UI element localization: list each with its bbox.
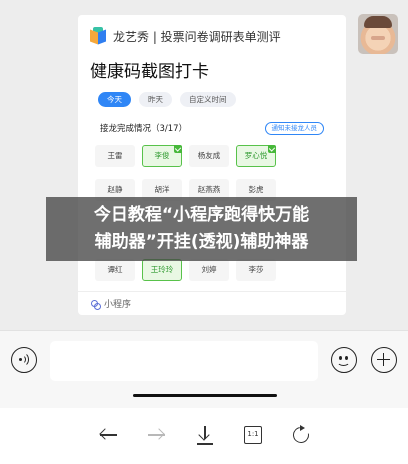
member-cell-done[interactable]: 罗心悦 bbox=[236, 145, 276, 167]
member-name: 刘婷 bbox=[201, 265, 217, 274]
member-name: 王雷 bbox=[107, 151, 123, 160]
chat-area: 龙艺秀 | 投票问卷调研表单测评 健康码截图打卡 今天 昨天 自定义时间 接龙完… bbox=[0, 0, 408, 330]
member-name: 赵燕燕 bbox=[197, 185, 221, 194]
overlay-line-1: 今日教程“小程序跑得快万能 bbox=[93, 205, 310, 225]
member-cell[interactable]: 王雷 bbox=[95, 145, 135, 167]
mini-program-icon bbox=[90, 299, 101, 310]
tab-today[interactable]: 今天 bbox=[98, 92, 131, 107]
progress-row: 接龙完成情况（3/17） 通知未接龙人员 bbox=[100, 122, 324, 136]
member-name: 罗心悦 bbox=[244, 151, 268, 160]
home-indicator[interactable] bbox=[133, 394, 277, 397]
overlay-line-2: 辅助器”开挂(透视)辅助神器 bbox=[94, 232, 309, 252]
overlay-banner: 今日教程“小程序跑得快万能 辅助器”开挂(透视)辅助神器 bbox=[46, 197, 357, 261]
member-name: 王玲玲 bbox=[150, 265, 174, 274]
member-name: 赵静 bbox=[107, 185, 123, 194]
chat-input-bar bbox=[0, 330, 408, 394]
member-cell-done[interactable]: 王玲玲 bbox=[142, 259, 182, 281]
app-logo-icon bbox=[90, 27, 106, 45]
member-cell-done[interactable]: 李俊 bbox=[142, 145, 182, 167]
mini-program-card[interactable]: 龙艺秀 | 投票问卷调研表单测评 健康码截图打卡 今天 昨天 自定义时间 接龙完… bbox=[78, 15, 346, 315]
member-name: 胡洋 bbox=[154, 185, 170, 194]
more-plus-button[interactable] bbox=[371, 347, 397, 373]
emoji-button[interactable] bbox=[331, 347, 357, 373]
back-arrow-icon[interactable] bbox=[97, 423, 121, 447]
check-icon bbox=[174, 145, 182, 153]
browser-toolbar: 1:1 bbox=[0, 408, 408, 464]
voice-button[interactable] bbox=[11, 347, 37, 373]
download-icon[interactable] bbox=[193, 423, 217, 447]
message-input[interactable] bbox=[50, 341, 318, 381]
card-title: 健康码截图打卡 bbox=[90, 62, 209, 82]
member-name: 谭红 bbox=[107, 265, 123, 274]
tab-custom-time[interactable]: 自定义时间 bbox=[180, 92, 236, 107]
mini-program-label: 小程序 bbox=[104, 300, 132, 310]
member-name: 杨友成 bbox=[197, 151, 221, 160]
user-avatar[interactable] bbox=[358, 14, 398, 54]
member-cell[interactable]: 刘婷 bbox=[189, 259, 229, 281]
date-tabs: 今天 昨天 自定义时间 bbox=[98, 92, 236, 107]
member-name: 李俊 bbox=[154, 151, 170, 160]
check-icon bbox=[268, 145, 276, 153]
app-name: 龙艺秀 | 投票问卷调研表单测评 bbox=[113, 29, 281, 44]
member-name: 李莎 bbox=[248, 265, 264, 274]
reload-icon[interactable] bbox=[289, 423, 313, 447]
member-cell[interactable]: 李莎 bbox=[236, 259, 276, 281]
member-cell[interactable]: 谭红 bbox=[95, 259, 135, 281]
forward-arrow-icon[interactable] bbox=[145, 423, 169, 447]
member-name: 彭虎 bbox=[248, 185, 264, 194]
progress-label: 接龙完成情况（3/17） bbox=[100, 124, 188, 134]
actual-size-icon[interactable]: 1:1 bbox=[241, 423, 265, 447]
card-footer: 小程序 bbox=[78, 291, 346, 315]
notify-button[interactable]: 通知未接龙人员 bbox=[264, 122, 324, 135]
member-cell[interactable]: 杨友成 bbox=[189, 145, 229, 167]
card-header: 龙艺秀 | 投票问卷调研表单测评 bbox=[90, 25, 281, 47]
zoom-label: 1:1 bbox=[244, 426, 262, 444]
home-indicator-area bbox=[0, 394, 408, 408]
tab-yesterday[interactable]: 昨天 bbox=[139, 92, 172, 107]
